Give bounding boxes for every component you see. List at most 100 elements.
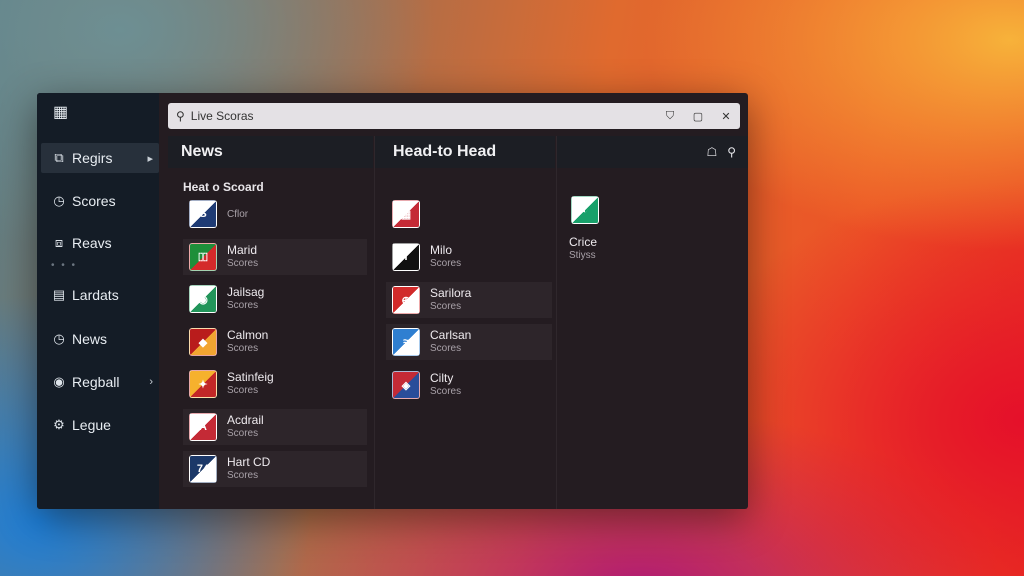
news-panel-header: News — [168, 136, 373, 168]
list-item-text: Calmon Scores — [227, 329, 268, 355]
team-logo-icon: S — [189, 200, 217, 228]
search-input[interactable]: Live Scoras — [191, 109, 656, 123]
sidebar-item-label: Legue — [72, 417, 111, 433]
team-name: Carlsan — [430, 328, 472, 342]
team-logo-icon: ◐ — [571, 196, 599, 224]
sidebar-item-regirs[interactable]: ⧉ Regirs ▸ — [41, 143, 159, 173]
list-item[interactable]: T Milo Scores — [386, 239, 552, 275]
team-name: Jailsag — [227, 285, 265, 299]
team-logo-icon: ✦ — [189, 370, 217, 398]
list-item[interactable]: ≈ Carlsan Scores — [386, 324, 552, 360]
app-window: ▦ ⧉ Regirs ▸ ◷ Scores ⧈ Reavs • • • ▤ La… — [37, 93, 748, 509]
list-item[interactable]: ✦ Satinfeig Scores — [183, 366, 367, 402]
team-subtitle: Scores — [430, 258, 462, 269]
panel-title-head-to-head: Head-to Head — [393, 143, 497, 160]
sidebar-item-label: Scores — [72, 193, 116, 209]
sidebar-item-label: Regball — [72, 374, 120, 390]
cloud-icon[interactable]: ☖ — [706, 145, 717, 159]
team-subtitle: Scores — [227, 428, 259, 439]
clock-icon: ◷ — [53, 331, 65, 346]
team-subtitle: Cflor — [227, 208, 249, 220]
list-item-text: Cflor — [227, 208, 248, 221]
list-item[interactable]: ◐ Crice Stiyss — [565, 196, 735, 276]
list-item[interactable]: S Cflor — [183, 196, 367, 232]
sidebar-item-lardats[interactable]: ▤ Lardats — [41, 280, 159, 310]
chart-icon: ⧈ — [54, 235, 64, 250]
head-to-head-panel-header: Head-to Head — [375, 136, 555, 168]
list-item[interactable]: 🇮 Marid Scores — [183, 239, 367, 275]
list-item-text: Carlsan Scores — [430, 329, 471, 355]
list-item-text: Cilty Scores — [430, 372, 461, 398]
sidebar-item-legue[interactable]: ⚙ Legue — [41, 410, 159, 440]
sidebar-separator-dots: • • • — [51, 260, 78, 271]
list-item-text: Crice Stiyss — [569, 236, 597, 262]
section-title: Heat o Scoard — [183, 180, 264, 194]
list-item-text: Satinfeig Scores — [227, 371, 274, 397]
list-item[interactable]: ◈ Cilty Scores — [386, 367, 552, 403]
clock-icon: ◷ — [53, 193, 65, 208]
team-name: Calmon — [227, 328, 269, 342]
settings-icon: ⚙ — [53, 417, 65, 432]
search-icon: ⚲ — [176, 109, 185, 123]
sidebar-item-label: Lardats — [72, 287, 119, 303]
team-logo-icon: ◆ — [189, 328, 217, 356]
sidebar-item-reavs[interactable]: ⧈ Reavs — [41, 228, 159, 258]
sidebar: ▦ ⧉ Regirs ▸ ◷ Scores ⧈ Reavs • • • ▤ La… — [37, 93, 159, 509]
team-logo-icon: ◉ — [189, 285, 217, 313]
team-name: Hart CD — [227, 455, 271, 469]
panel-tools-header: ☖ ⚲ — [557, 136, 748, 168]
list-item-text: Jailsag Scores — [227, 286, 264, 312]
list-item-text: Hart CD Scores — [227, 456, 270, 482]
close-button[interactable]: ✕ — [712, 110, 740, 123]
team-subtitle: Scores — [227, 300, 259, 311]
team-subtitle: Scores — [227, 470, 259, 481]
search-icon[interactable]: ⚲ — [727, 145, 736, 159]
team-name: Sarilora — [430, 286, 472, 300]
team-name: Marid — [227, 243, 258, 257]
list-item[interactable]: ⊕ Sarilora Scores — [386, 282, 552, 318]
pin-icon[interactable]: ⛉ — [656, 110, 684, 123]
team-name: Milo — [430, 243, 453, 257]
globe-icon: ◉ — [53, 374, 65, 389]
list-item-text: Sarilora Scores — [430, 287, 471, 313]
panel-title-news: News — [181, 143, 223, 160]
team-logo-icon: ◈ — [392, 371, 420, 399]
team-subtitle: Scores — [430, 343, 462, 354]
team-name: Crice — [569, 235, 598, 249]
team-logo-icon: ≈ — [392, 328, 420, 356]
list-item[interactable]: 74 Hart CD Scores — [183, 451, 367, 487]
sidebar-item-news[interactable]: ◷ News — [41, 324, 159, 354]
list-item-text: Acdrail Scores — [227, 414, 264, 440]
search-bar[interactable]: ⚲ Live Scoras ⛉ ▢ ✕ — [168, 103, 740, 129]
team-logo-icon: ⊕ — [392, 286, 420, 314]
sidebar-item-scores[interactable]: ◷ Scores — [41, 186, 159, 216]
team-subtitle: Scores — [227, 385, 259, 396]
grid-logo-icon[interactable]: ▦ — [53, 105, 71, 121]
list-item[interactable]: A Acdrail Scores — [183, 409, 367, 445]
team-name: Cilty — [430, 371, 454, 385]
list-item[interactable]: ▦ — [386, 196, 552, 232]
team-logo-icon: ▦ — [392, 200, 420, 228]
sidebar-item-label: News — [72, 331, 108, 347]
list-item-text: Milo Scores — [430, 244, 461, 270]
team-subtitle: Stiyss — [569, 250, 596, 261]
sidebar-item-label: Reavs — [72, 235, 112, 251]
team-logo-icon: 🇮 — [189, 243, 217, 271]
chevron-right-icon: ▸ — [147, 152, 153, 165]
team-subtitle: Scores — [227, 343, 259, 354]
list-item-text: Marid Scores — [227, 244, 258, 270]
team-logo-icon: T — [392, 243, 420, 271]
list-icon: ▤ — [52, 287, 66, 302]
team-subtitle: Scores — [430, 301, 462, 312]
team-name: Satinfeig — [227, 370, 274, 384]
column-divider — [556, 136, 557, 509]
sidebar-item-label: Regirs — [72, 150, 113, 166]
maximize-button[interactable]: ▢ — [684, 110, 712, 123]
list-item[interactable]: ◉ Jailsag Scores — [183, 281, 367, 317]
team-subtitle: Scores — [227, 258, 259, 269]
grid-icon: ⧉ — [54, 150, 64, 165]
list-item[interactable]: ◆ Calmon Scores — [183, 324, 367, 360]
team-logo-icon: A — [189, 413, 217, 441]
column-divider — [374, 136, 375, 509]
sidebar-item-regball[interactable]: ◉ Regball › — [41, 367, 159, 397]
